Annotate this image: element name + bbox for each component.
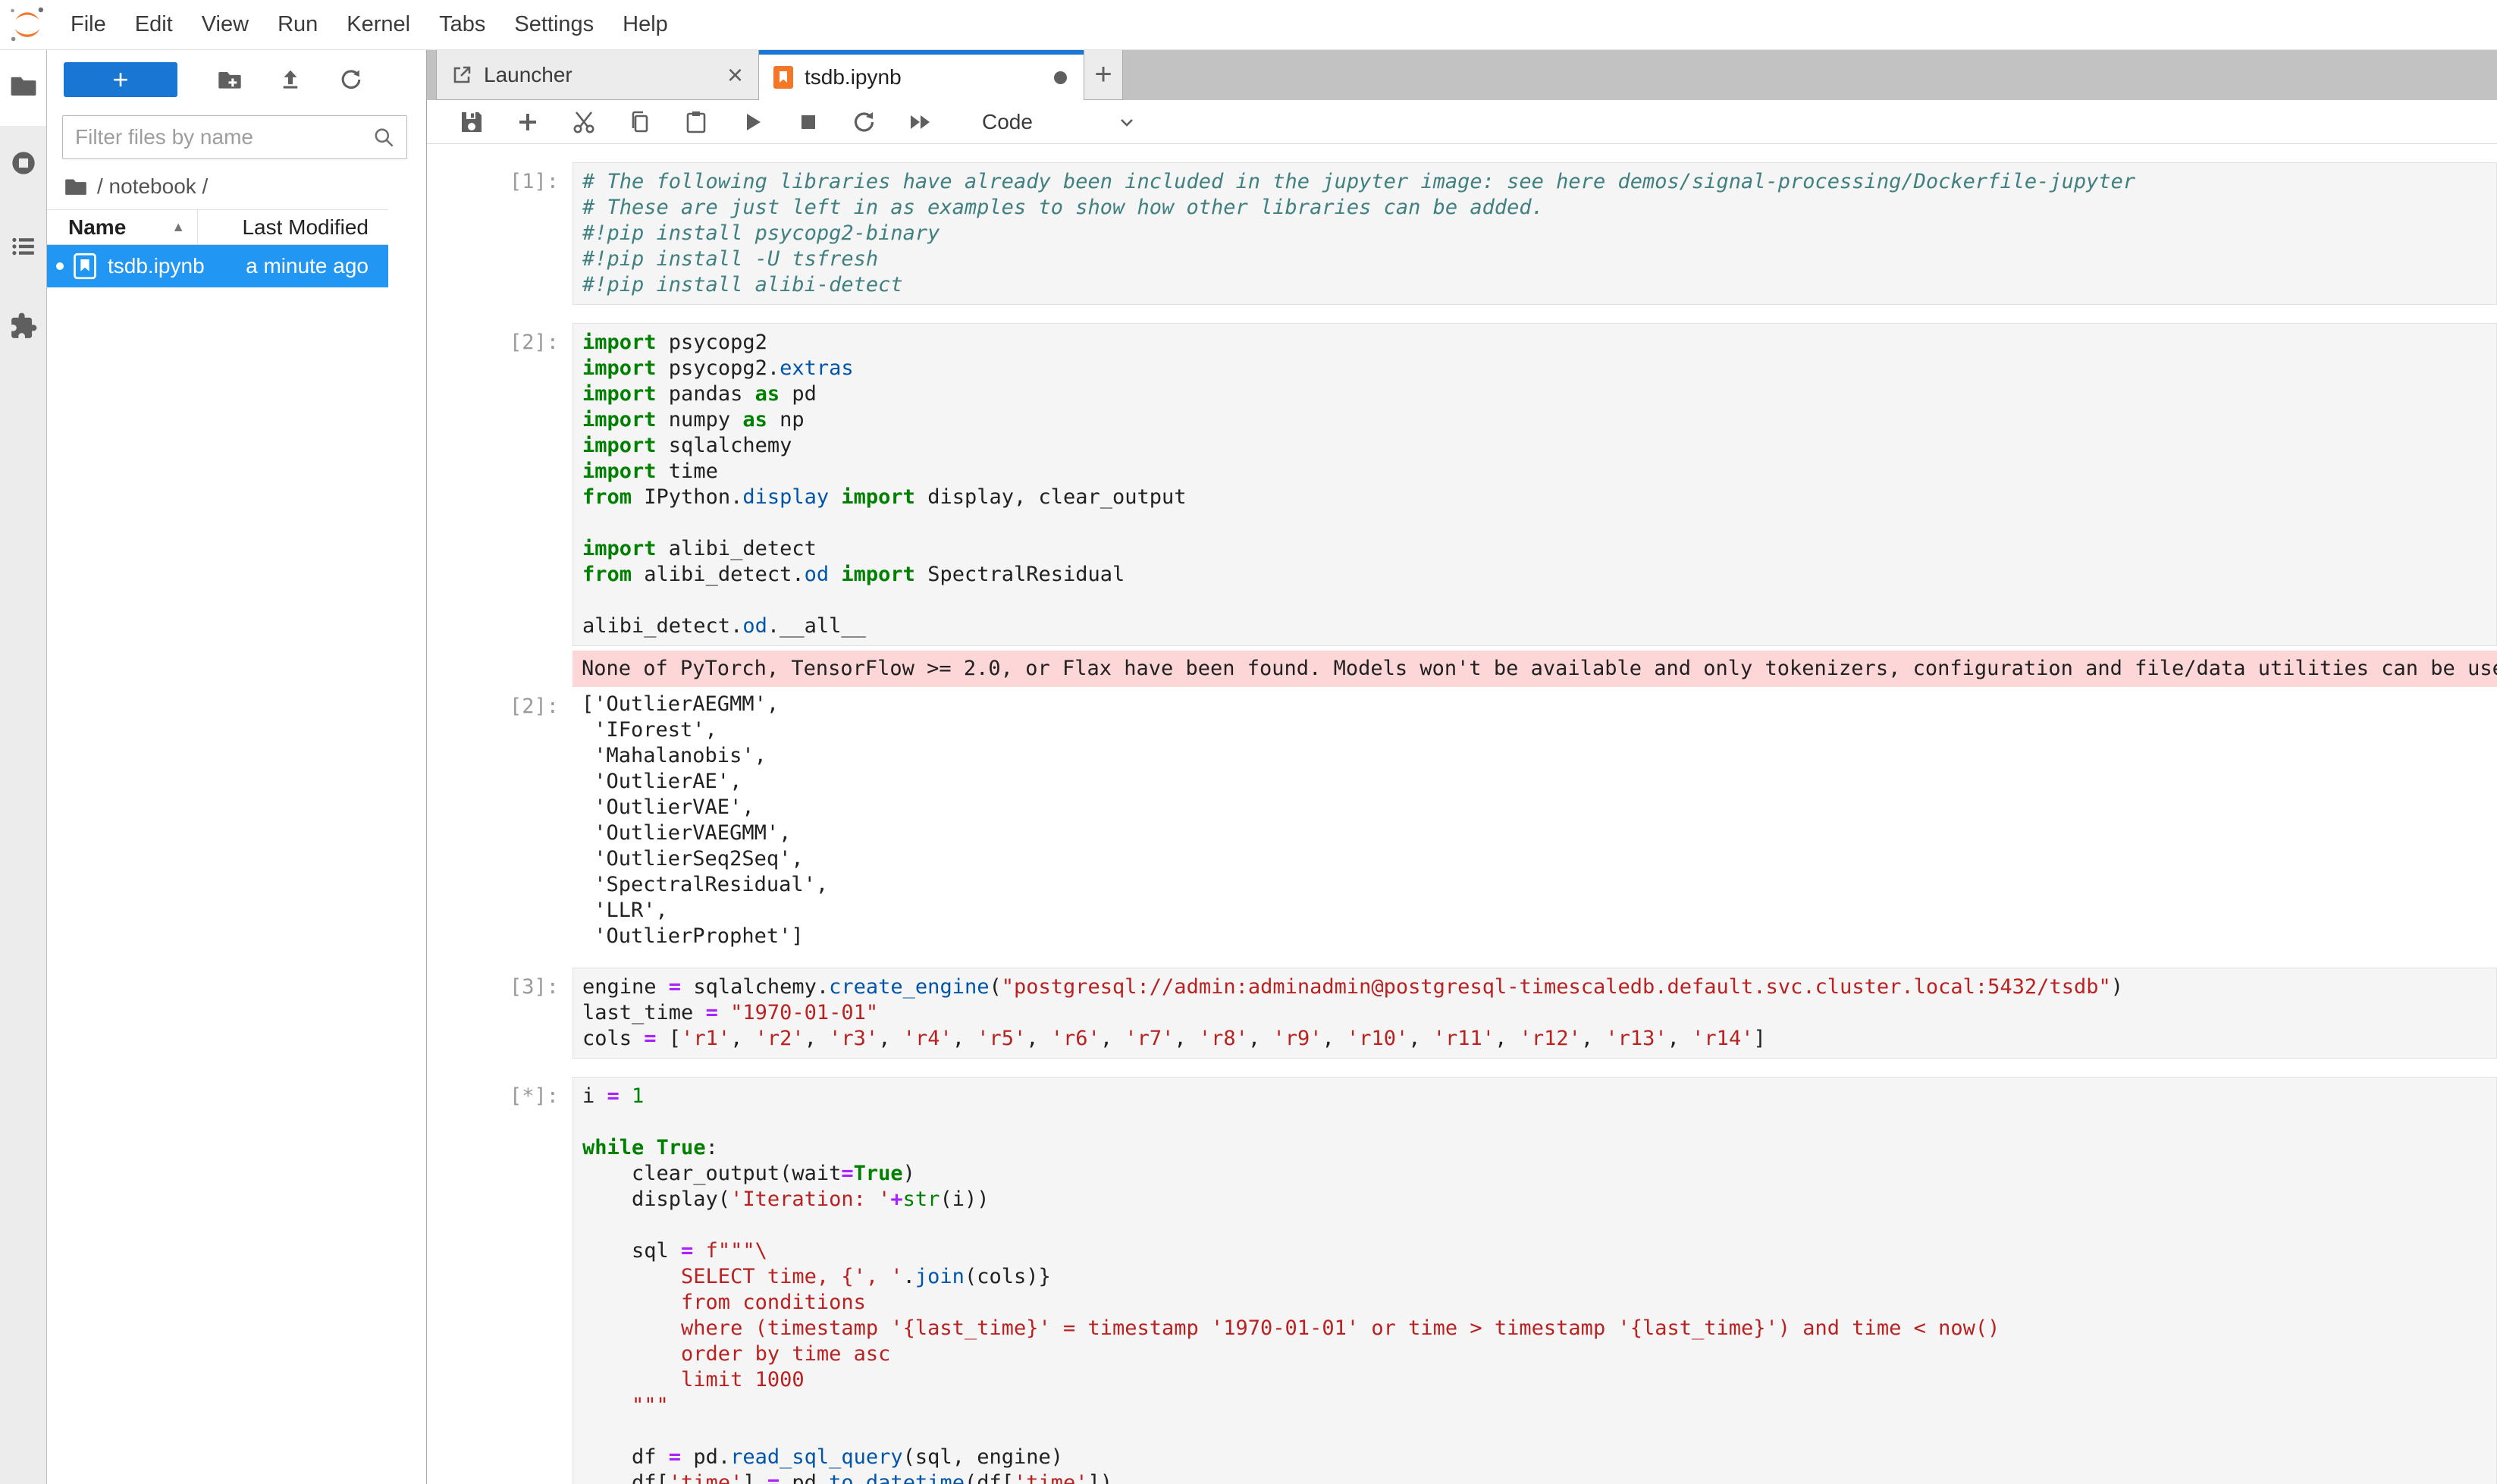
menu-item-help[interactable]: Help: [608, 0, 682, 49]
execution-count-prompt: [2]:: [427, 323, 572, 646]
paste-icon[interactable]: [683, 109, 709, 135]
menu-item-file[interactable]: File: [56, 0, 121, 49]
menu-item-edit[interactable]: Edit: [121, 0, 187, 49]
home-folder-icon[interactable]: [64, 174, 88, 199]
table-of-contents-icon[interactable]: [9, 232, 38, 261]
restart-kernel-icon[interactable]: [852, 109, 877, 135]
execution-count-prompt: [*]:: [427, 1077, 572, 1484]
cell-type-dropdown[interactable]: Code: [982, 110, 1033, 134]
run-icon[interactable]: [739, 109, 765, 135]
new-tab-button[interactable]: +: [1084, 50, 1123, 100]
filter-files-box: [62, 115, 407, 159]
dock-panel: Launcher × tsdb.ipynb +: [426, 50, 2497, 1484]
output-prompt: [427, 646, 572, 687]
running-kernels-icon[interactable]: [9, 149, 38, 177]
tab-launcher-label: Launcher: [484, 63, 727, 87]
new-folder-icon[interactable]: [217, 67, 243, 93]
menu-item-kernel[interactable]: Kernel: [332, 0, 425, 49]
activity-bar: [0, 50, 47, 1484]
tab-bar: Launcher × tsdb.ipynb +: [427, 50, 2497, 100]
code-cell[interactable]: [1]:# The following libraries have alrea…: [427, 162, 2497, 305]
close-tab-icon[interactable]: ×: [727, 64, 743, 86]
menu-bar: FileEditViewRunKernelTabsSettingsHelp: [0, 0, 2497, 50]
column-header-name[interactable]: Name ▲: [47, 215, 197, 240]
notebook-tab-icon: [773, 65, 794, 89]
file-listing: Name ▲ Last Modified tsdb.ipynb a minute…: [47, 209, 388, 287]
file-browser-panel: + / no: [47, 50, 426, 1484]
tab-tsdb-ipynb[interactable]: tsdb.ipynb: [759, 50, 1084, 100]
file-browser-toolbar: +: [47, 61, 426, 99]
tab-tsdb-label: tsdb.ipynb: [805, 65, 1054, 89]
cut-icon[interactable]: [571, 109, 597, 135]
menu-item-view[interactable]: View: [187, 0, 263, 49]
execute-result-output: ['OutlierAEGMM', 'IForest', 'Mahalanobis…: [572, 687, 2497, 949]
breadcrumb-path: / notebook /: [97, 174, 208, 199]
cell-editor[interactable]: i = 1 while True: clear_output(wait=True…: [572, 1077, 2497, 1484]
cell-editor[interactable]: import psycopg2import psycopg2.extrasimp…: [572, 323, 2497, 646]
stop-icon[interactable]: [795, 109, 821, 135]
refresh-icon[interactable]: [338, 67, 364, 93]
breadcrumb[interactable]: / notebook /: [64, 174, 426, 199]
tab-launcher[interactable]: Launcher ×: [436, 50, 759, 100]
sort-ascending-icon: ▲: [171, 219, 185, 235]
running-file-dot: [56, 262, 64, 270]
extension-manager-icon[interactable]: [9, 312, 38, 340]
save-icon[interactable]: [459, 109, 485, 135]
notebook-toolbar: Code: [427, 100, 2497, 144]
execution-count-prompt: [3]:: [427, 968, 572, 1059]
launcher-icon: [450, 64, 473, 86]
restart-and-run-all-icon[interactable]: [908, 109, 933, 135]
cell-editor[interactable]: engine = sqlalchemy.create_engine("postg…: [572, 968, 2497, 1059]
stderr-warning-output: None of PyTorch, TensorFlow >= 2.0, or F…: [572, 651, 2497, 687]
new-launcher-button[interactable]: +: [64, 62, 177, 97]
menu-items: FileEditViewRunKernelTabsSettingsHelp: [56, 0, 682, 49]
menu-item-run[interactable]: Run: [263, 0, 332, 49]
code-cell[interactable]: [3]:engine = sqlalchemy.create_engine("p…: [427, 968, 2497, 1059]
notebook-file-icon: [73, 253, 97, 280]
file-row-tsdb-ipynb[interactable]: tsdb.ipynb a minute ago: [47, 245, 388, 287]
upload-icon[interactable]: [278, 67, 303, 93]
code-cell[interactable]: [2]:import psycopg2import psycopg2.extra…: [427, 323, 2497, 949]
file-list-header: Name ▲ Last Modified: [47, 209, 388, 245]
menu-item-settings[interactable]: Settings: [500, 0, 608, 49]
insert-cell-icon[interactable]: [515, 109, 541, 135]
chevron-down-icon[interactable]: [1116, 111, 1137, 133]
column-header-last-modified[interactable]: Last Modified: [198, 215, 388, 240]
execution-count-prompt: [1]:: [427, 162, 572, 305]
notebook-content: [1]:# The following libraries have alrea…: [427, 144, 2497, 1484]
file-browser-icon[interactable]: [9, 71, 38, 100]
search-icon: [372, 125, 396, 149]
file-modified-time: a minute ago: [246, 254, 388, 278]
jupyterlab-window: FileEditViewRunKernelTabsSettingsHelp: [0, 0, 2497, 1484]
filter-files-input[interactable]: [63, 125, 372, 149]
menu-item-tabs[interactable]: Tabs: [425, 0, 500, 49]
file-name: tsdb.ipynb: [108, 254, 246, 278]
unsaved-changes-dot[interactable]: [1054, 71, 1067, 84]
jupyter-logo-icon: [8, 5, 47, 45]
copy-icon[interactable]: [627, 109, 653, 135]
code-cell[interactable]: [*]:i = 1 while True: clear_output(wait=…: [427, 1077, 2497, 1484]
output-prompt: [2]:: [427, 687, 572, 949]
cell-editor[interactable]: # The following libraries have already b…: [572, 162, 2497, 305]
